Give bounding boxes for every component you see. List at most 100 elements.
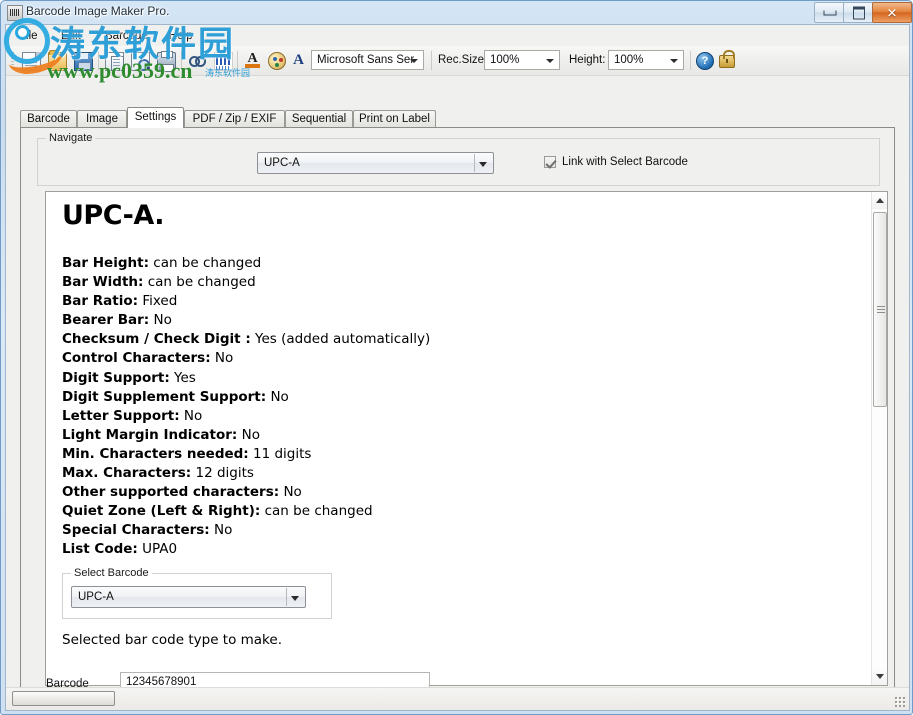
menu-item-barcode[interactable]: Barcode bbox=[98, 28, 155, 44]
menu-item-help[interactable]: Help bbox=[162, 28, 200, 44]
spec-label: Bearer Bar: bbox=[62, 312, 150, 329]
tab-image[interactable]: Image bbox=[77, 110, 127, 127]
spec-row: Letter Support: No bbox=[62, 407, 842, 426]
barcode-app-icon bbox=[7, 5, 23, 21]
tab-barcode[interactable]: Barcode bbox=[20, 110, 77, 127]
font-name-value: Microsoft Sans Ser bbox=[317, 54, 415, 66]
navigate-barcode-value: UPC-A bbox=[264, 157, 300, 169]
scrollbar-thumb[interactable] bbox=[873, 212, 887, 407]
spec-value: No bbox=[153, 312, 172, 329]
minimize-button[interactable] bbox=[814, 2, 845, 23]
barcode-spec-content: UPC-A. Bar Height: can be changed Bar Wi… bbox=[46, 192, 872, 685]
chevron-down-icon bbox=[670, 59, 678, 63]
toolbar-separator bbox=[690, 51, 691, 70]
help-button[interactable]: ? bbox=[694, 50, 716, 71]
settings-tab-page: Navigate UPC-A Link with Select Barcode … bbox=[20, 127, 895, 700]
spec-row: Bearer Bar: No bbox=[62, 311, 842, 330]
select-barcode-value: UPC-A bbox=[78, 591, 114, 603]
chevron-down-icon bbox=[286, 588, 304, 606]
chevron-up-icon bbox=[876, 198, 884, 203]
print-preview-button[interactable] bbox=[129, 50, 151, 71]
navigate-group-title: Navigate bbox=[46, 132, 96, 144]
open-folder-icon bbox=[48, 50, 67, 71]
menu-item-edit[interactable]: Edit bbox=[54, 28, 88, 44]
barcode-button[interactable] bbox=[212, 50, 234, 71]
spec-value: 11 digits bbox=[253, 445, 312, 462]
font-name-combo[interactable]: Microsoft Sans Ser bbox=[311, 50, 424, 70]
tab-pdf-zip-exif[interactable]: PDF / Zip / EXIF bbox=[184, 110, 285, 127]
spec-label: Checksum / Check Digit : bbox=[62, 331, 251, 348]
height-value: 100% bbox=[614, 54, 644, 66]
spec-row: Light Margin Indicator: No bbox=[62, 426, 842, 445]
maximize-icon bbox=[852, 6, 865, 19]
select-barcode-group: Select Barcode UPC-A bbox=[62, 567, 332, 619]
recsize-combo[interactable]: 100% bbox=[484, 50, 560, 70]
spec-value: can be changed bbox=[264, 503, 373, 520]
spec-list: Bar Height: can be changed Bar Width: ca… bbox=[62, 254, 842, 560]
tab-sequential[interactable]: Sequential bbox=[285, 110, 353, 127]
spec-heading: UPC-A. bbox=[62, 200, 165, 231]
spec-vertical-scrollbar[interactable] bbox=[871, 192, 887, 685]
font-button[interactable]: A bbox=[288, 50, 310, 71]
print-icon bbox=[157, 51, 176, 72]
lock-button[interactable] bbox=[716, 50, 738, 71]
recsize-label: Rec.Size bbox=[438, 54, 485, 66]
spec-value: Fixed bbox=[142, 293, 178, 310]
spec-row: Control Characters: No bbox=[62, 349, 842, 368]
menu-item-file[interactable]: File bbox=[12, 28, 45, 44]
link-with-select-barcode-label: Link with Select Barcode bbox=[562, 156, 688, 168]
spec-label: Bar Height: bbox=[62, 255, 149, 271]
spec-value: No bbox=[183, 407, 203, 424]
color-picker-button[interactable] bbox=[266, 50, 288, 71]
resize-grip[interactable] bbox=[894, 696, 905, 707]
toolbar-separator bbox=[98, 51, 99, 70]
height-label: Height: bbox=[569, 54, 606, 66]
window-title: Barcode Image Maker Pro. bbox=[26, 4, 170, 18]
spec-row: Quiet Zone (Left & Right): can be change… bbox=[62, 502, 842, 521]
spec-row: Max. Characters: 12 digits bbox=[62, 464, 842, 483]
spec-label: Bar Ratio: bbox=[62, 293, 139, 310]
toolbar-separator bbox=[237, 51, 238, 70]
copy-button[interactable] bbox=[103, 50, 125, 71]
open-button[interactable] bbox=[46, 50, 68, 71]
font-color-button[interactable]: A bbox=[242, 50, 264, 71]
spec-note: Selected bar code type to make. bbox=[62, 632, 282, 648]
new-button[interactable] bbox=[20, 50, 42, 71]
select-barcode-group-title: Select Barcode bbox=[71, 567, 152, 579]
toolbar-separator bbox=[181, 51, 182, 70]
spec-row: Special Characters: No bbox=[62, 521, 842, 540]
spec-label: Other supported characters: bbox=[62, 484, 280, 501]
status-bar bbox=[6, 687, 909, 710]
maximize-button[interactable] bbox=[843, 2, 874, 23]
tab-print-on-label[interactable]: Print on Label bbox=[353, 110, 436, 127]
spec-value: UPA0 bbox=[142, 541, 178, 558]
lock-icon bbox=[719, 50, 735, 68]
spec-value: Yes bbox=[174, 369, 196, 386]
find-button[interactable] bbox=[186, 50, 208, 71]
spec-label: Quiet Zone (Left & Right): bbox=[62, 503, 261, 520]
spec-value: 12 digits bbox=[195, 465, 254, 482]
toolbar-grip[interactable] bbox=[11, 52, 14, 69]
status-panel bbox=[12, 691, 115, 706]
close-button[interactable]: ✕ bbox=[872, 2, 912, 23]
navigate-barcode-combo[interactable]: UPC-A bbox=[257, 152, 494, 174]
spec-value: No bbox=[283, 484, 302, 501]
spec-label: Light Margin Indicator: bbox=[62, 426, 238, 443]
spec-row: Checksum / Check Digit : Yes (added auto… bbox=[62, 330, 842, 349]
spec-value: No bbox=[214, 350, 234, 367]
spec-label: Digit Supplement Support: bbox=[62, 388, 267, 405]
height-combo[interactable]: 100% bbox=[608, 50, 684, 70]
print-button[interactable] bbox=[155, 50, 177, 72]
spec-label: List Code: bbox=[62, 541, 138, 558]
spec-label: Digit Support: bbox=[62, 369, 170, 386]
scroll-up-button[interactable] bbox=[872, 192, 887, 209]
select-barcode-combo[interactable]: UPC-A bbox=[71, 586, 306, 608]
spec-label: Control Characters: bbox=[62, 350, 211, 367]
spec-row: Min. Characters needed: 11 digits bbox=[62, 445, 842, 464]
chevron-down-icon bbox=[546, 59, 554, 63]
new-icon bbox=[22, 52, 41, 71]
spec-value: No bbox=[241, 426, 260, 443]
save-button[interactable] bbox=[72, 50, 94, 71]
close-icon: ✕ bbox=[886, 5, 898, 20]
tab-settings[interactable]: Settings bbox=[127, 107, 184, 128]
